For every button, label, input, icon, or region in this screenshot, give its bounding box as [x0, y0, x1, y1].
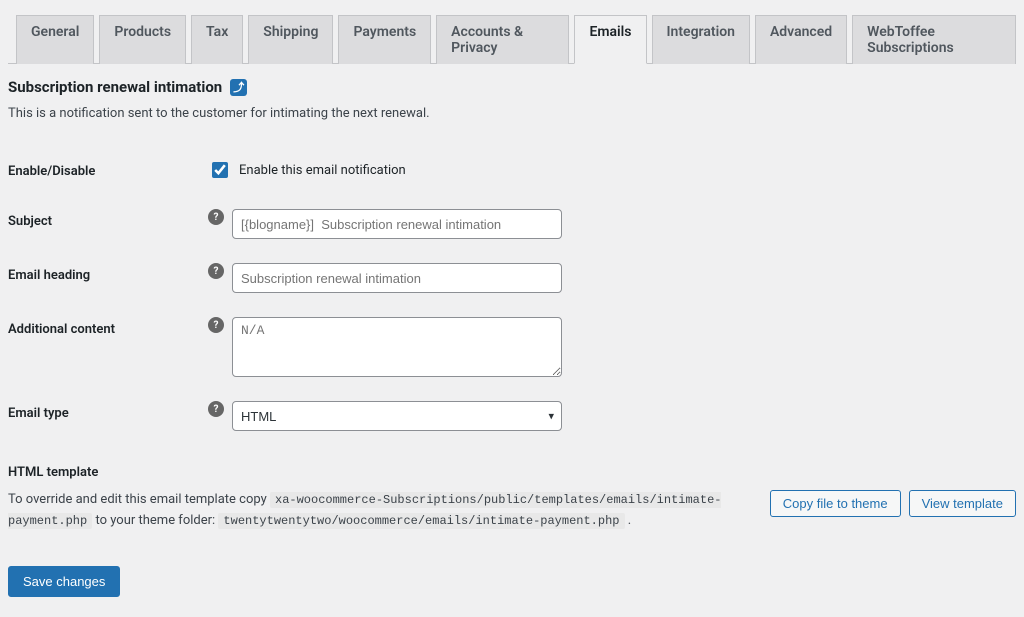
- copy-file-to-theme-button[interactable]: Copy file to theme: [770, 490, 901, 517]
- subject-label: Subject: [8, 197, 208, 251]
- email-settings-form: Enable/Disable Enable this email notific…: [8, 147, 988, 443]
- tab-products[interactable]: Products: [99, 15, 186, 64]
- additional-content-textarea[interactable]: [232, 317, 562, 377]
- html-template-description: To override and edit this email template…: [8, 490, 750, 532]
- tab-payments[interactable]: Payments: [338, 15, 431, 64]
- tab-tax[interactable]: Tax: [191, 15, 243, 64]
- tab-webtoffee-subscriptions[interactable]: WebToffee Subscriptions: [852, 15, 1016, 64]
- enable-label: Enable/Disable: [8, 147, 208, 197]
- help-icon[interactable]: ?: [208, 401, 224, 417]
- back-icon[interactable]: ⤴: [230, 79, 247, 96]
- enable-email-checkbox[interactable]: [212, 162, 228, 178]
- tab-accounts-privacy[interactable]: Accounts & Privacy: [436, 15, 569, 64]
- view-template-button[interactable]: View template: [909, 490, 1016, 517]
- tab-emails[interactable]: Emails: [574, 15, 646, 64]
- enable-email-checkbox-label: Enable this email notification: [239, 163, 406, 178]
- help-icon[interactable]: ?: [208, 209, 224, 225]
- help-icon[interactable]: ?: [208, 263, 224, 279]
- tab-advanced[interactable]: Advanced: [755, 15, 847, 64]
- email-type-label: Email type: [8, 389, 208, 443]
- page-title: Subscription renewal intimation: [8, 78, 222, 96]
- help-icon[interactable]: ?: [208, 317, 224, 333]
- tab-integration[interactable]: Integration: [652, 15, 750, 64]
- save-changes-button[interactable]: Save changes: [8, 566, 120, 597]
- email-heading-label: Email heading: [8, 251, 208, 305]
- email-heading-input[interactable]: [232, 263, 562, 293]
- subject-input[interactable]: [232, 209, 562, 239]
- html-template-heading: HTML template: [8, 465, 1016, 480]
- email-type-select[interactable]: HTML: [232, 401, 562, 431]
- settings-tabs: General Products Tax Shipping Payments A…: [8, 8, 1016, 64]
- template-dest-path: twentytwentytwo/woocommerce/emails/intim…: [218, 513, 624, 529]
- tab-shipping[interactable]: Shipping: [248, 15, 333, 64]
- tab-general[interactable]: General: [16, 15, 94, 64]
- page-description: This is a notification sent to the custo…: [8, 106, 1016, 121]
- additional-content-label: Additional content: [8, 305, 208, 389]
